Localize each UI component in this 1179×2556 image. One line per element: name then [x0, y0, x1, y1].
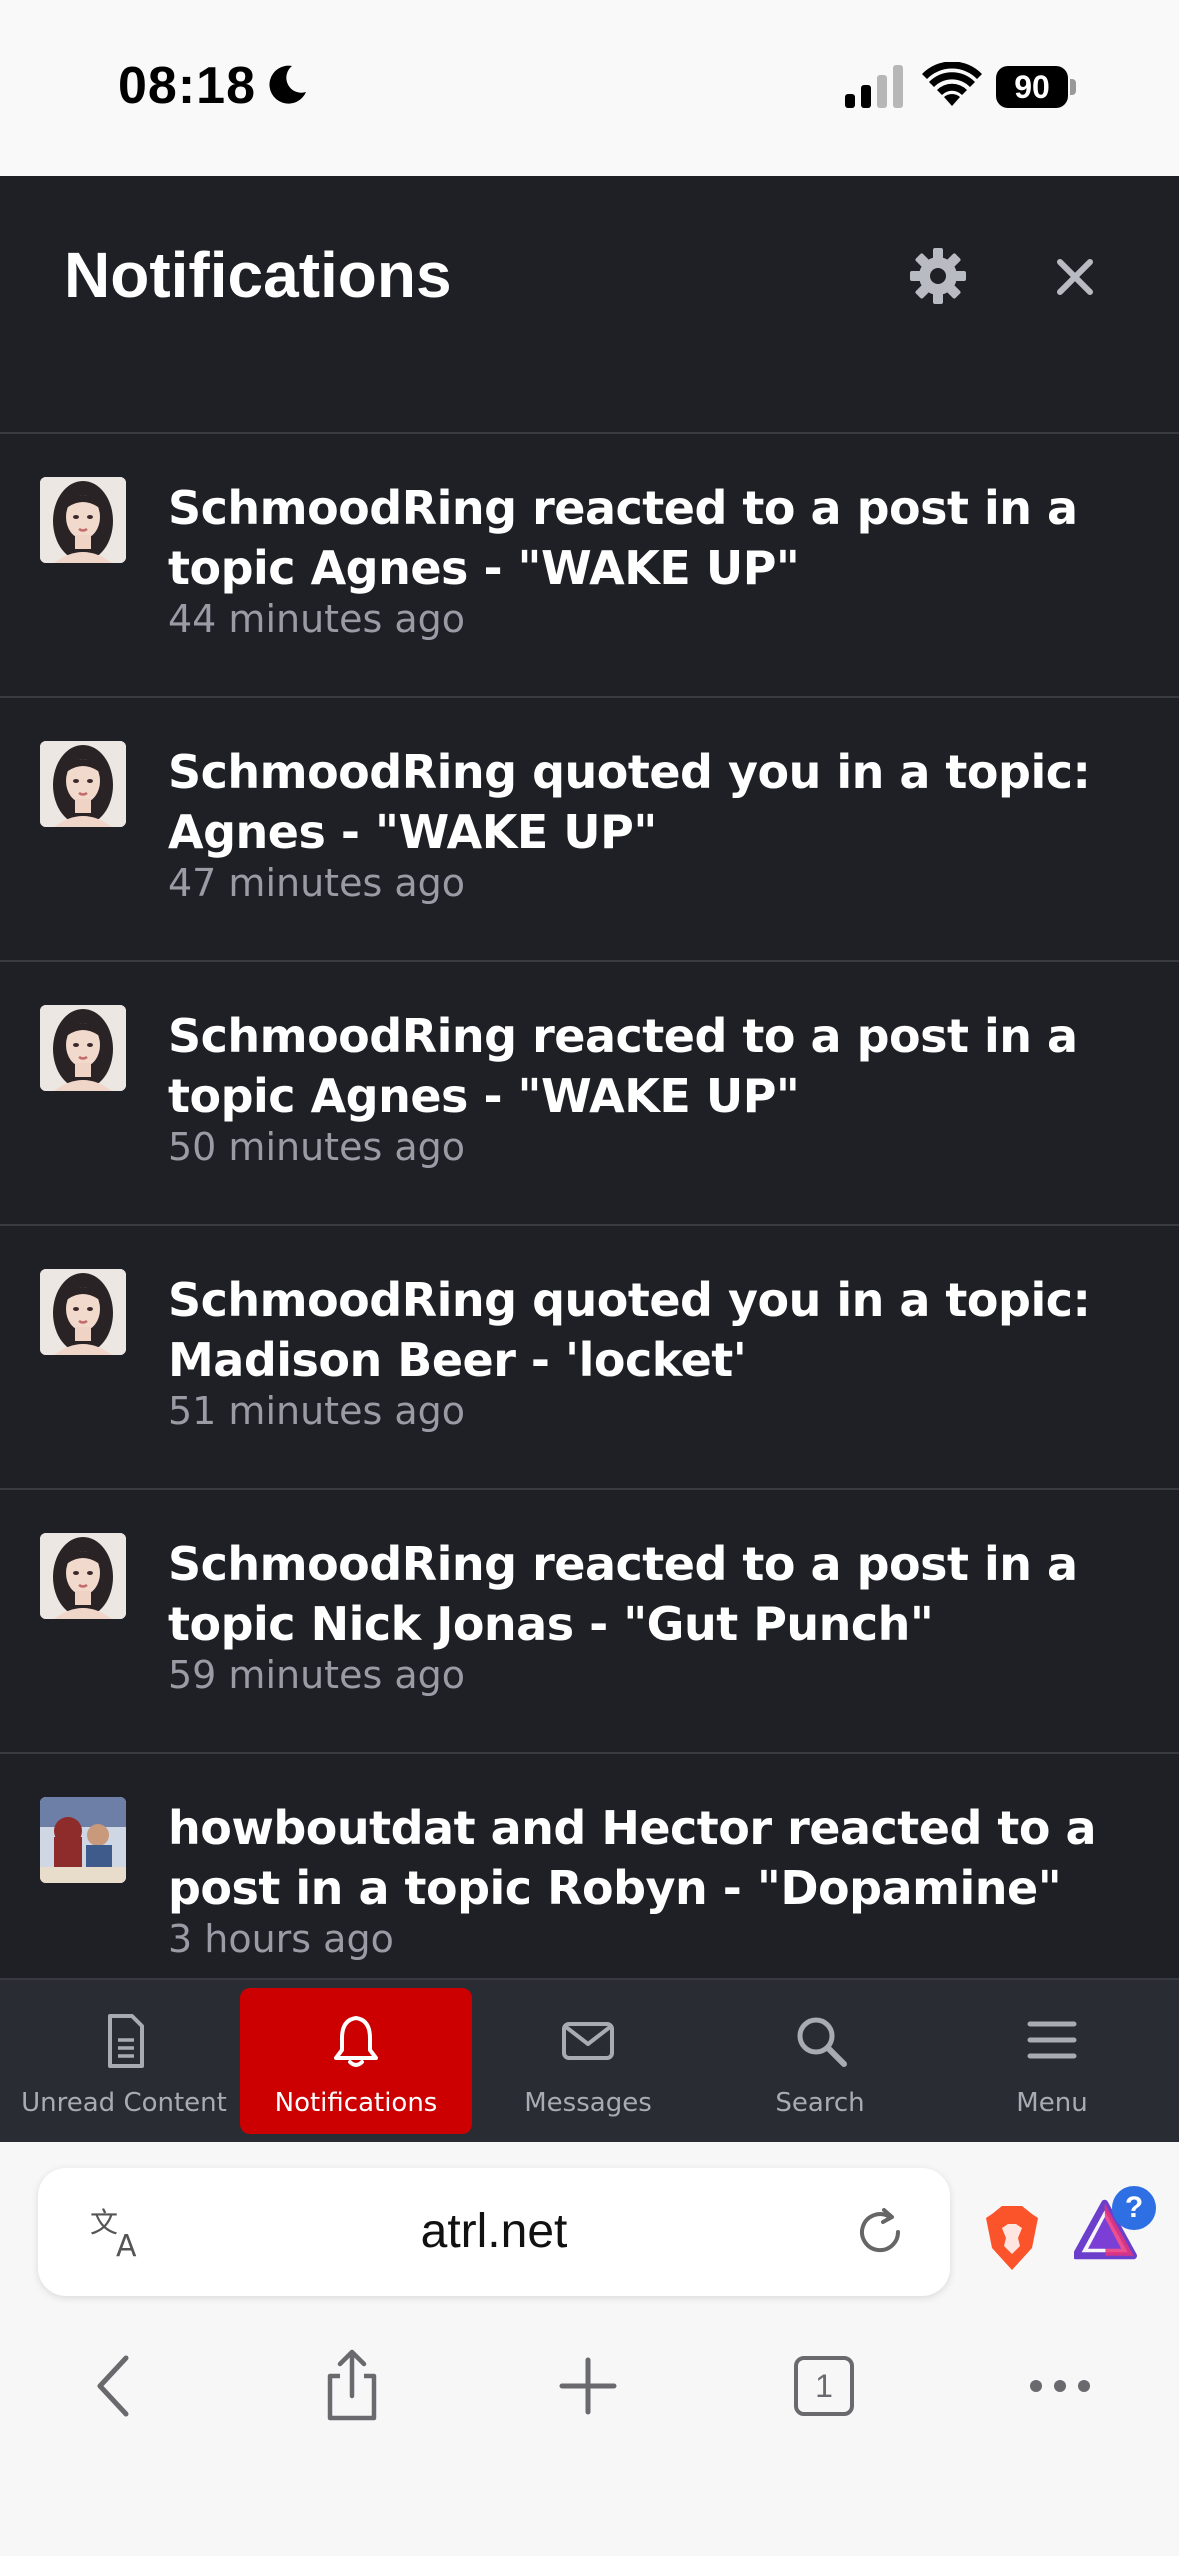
- share-button[interactable]: [312, 2346, 392, 2426]
- notification-item[interactable]: SchmoodRing reacted to a post in a topic…: [0, 962, 1179, 1226]
- hamburger-icon: [1027, 2021, 1077, 2059]
- new-tab-button[interactable]: [548, 2346, 628, 2426]
- notification-text: SchmoodRing reacted to a post in a topic…: [168, 1537, 1078, 1651]
- notification-item[interactable]: SchmoodRing reacted to a post in a topic…: [0, 434, 1179, 698]
- user-avatar[interactable]: [40, 1533, 126, 1619]
- reload-icon[interactable]: [852, 2204, 908, 2260]
- notification-time: 44 minutes ago: [168, 597, 465, 641]
- notification-item[interactable]: SchmoodRing quoted you in a topic: Madis…: [0, 1226, 1179, 1490]
- user-avatar[interactable]: [40, 1797, 126, 1883]
- tab-label: Unread Content: [21, 2088, 227, 2118]
- status-time: 08:18: [118, 57, 256, 115]
- gear-icon[interactable]: [908, 246, 968, 306]
- notification-text: howboutdat and Hector reacted to a post …: [168, 1801, 1097, 1915]
- rewards-badge: ?: [1112, 2186, 1156, 2230]
- cutoff-glyph: [398, 376, 422, 396]
- back-button[interactable]: [78, 2346, 158, 2426]
- search-icon: [797, 2017, 847, 2067]
- battery-tip: [1070, 79, 1076, 95]
- notification-time: 47 minutes ago: [168, 861, 465, 905]
- notification-list: SchmoodRing reacted to a post in a topic…: [0, 434, 1179, 1978]
- brave-rewards-button[interactable]: ?: [1074, 2186, 1158, 2276]
- bell-icon: [334, 2016, 378, 2067]
- browser-toolbar: 文 A atrl.net ? 1: [0, 2142, 1179, 2556]
- notification-item[interactable]: SchmoodRing reacted to a post in a topic…: [0, 1490, 1179, 1754]
- notification-time: 59 minutes ago: [168, 1653, 465, 1697]
- tab-search[interactable]: Search: [704, 1988, 936, 2134]
- notifications-panel: Notifications SchmoodRing reacted to a p…: [0, 176, 1179, 1978]
- previous-notification-cutoff: [0, 376, 1179, 434]
- user-avatar[interactable]: [40, 1005, 126, 1091]
- panel-header: Notifications: [0, 176, 1179, 376]
- battery-indicator: 90: [996, 66, 1076, 108]
- envelope-icon: [562, 2022, 614, 2060]
- tab-label: Messages: [524, 2088, 652, 2118]
- user-avatar[interactable]: [40, 741, 126, 827]
- status-bar: 08:18 90: [0, 0, 1179, 176]
- cellular-signal-icon: [845, 65, 903, 108]
- address-bar[interactable]: 文 A atrl.net: [38, 2168, 950, 2296]
- brave-shields-icon[interactable]: [982, 2204, 1042, 2272]
- notification-time: 51 minutes ago: [168, 1389, 465, 1433]
- user-avatar[interactable]: [40, 477, 126, 563]
- notification-item[interactable]: howboutdat and Hector reacted to a post …: [0, 1754, 1179, 1978]
- document-icon: [108, 2014, 144, 2068]
- site-bottom-nav: Unread Content Notifications Messages Searc…: [0, 1978, 1179, 2142]
- tab-unread-content[interactable]: Unread Content: [8, 1988, 240, 2134]
- notification-time: 3 hours ago: [168, 1917, 394, 1961]
- user-avatar[interactable]: [40, 1269, 126, 1355]
- notification-text: SchmoodRing reacted to a post in a topic…: [168, 481, 1078, 595]
- notification-item[interactable]: SchmoodRing quoted you in a topic: Agnes…: [0, 698, 1179, 962]
- wifi-icon: [922, 62, 982, 106]
- tab-notifications[interactable]: Notifications: [240, 1988, 472, 2134]
- notification-time: 50 minutes ago: [168, 1125, 465, 1169]
- tab-menu[interactable]: Menu: [936, 1988, 1168, 2134]
- tab-label: Notifications: [274, 2088, 438, 2118]
- battery-level: 90: [996, 66, 1068, 108]
- close-icon[interactable]: [1050, 252, 1100, 302]
- tab-messages[interactable]: Messages: [472, 1988, 704, 2134]
- notification-text: SchmoodRing quoted you in a topic: Madis…: [168, 1273, 1091, 1387]
- more-options-button[interactable]: [1020, 2346, 1100, 2426]
- tab-switcher-button[interactable]: 1: [784, 2346, 864, 2426]
- notification-text: SchmoodRing reacted to a post in a topic…: [168, 1009, 1078, 1123]
- moon-icon: [269, 65, 306, 104]
- url-text: atrl.net: [420, 2205, 568, 2258]
- tab-count: 1: [794, 2356, 854, 2416]
- tab-label: Search: [775, 2088, 865, 2118]
- tab-label: Menu: [1016, 2088, 1088, 2118]
- notification-text: SchmoodRing quoted you in a topic: Agnes…: [168, 745, 1091, 859]
- panel-title: Notifications: [64, 239, 452, 311]
